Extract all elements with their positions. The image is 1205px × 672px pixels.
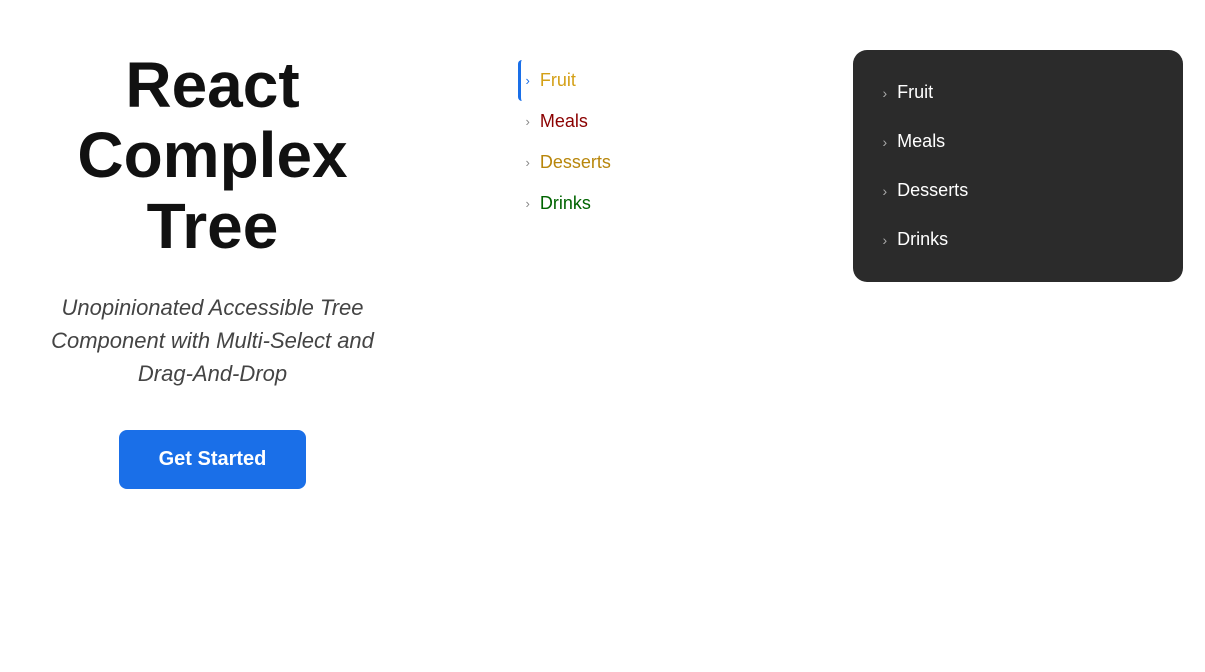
get-started-button[interactable]: Get Started xyxy=(119,430,307,489)
dark-tree-panel: › Fruit › Meals › Desserts › Drinks xyxy=(853,50,1183,282)
chevron-icon: › xyxy=(526,196,530,211)
dark-tree-item-meals[interactable]: › Meals xyxy=(873,117,1163,166)
dark-tree-item-fruit[interactable]: › Fruit xyxy=(873,68,1163,117)
dark-tree-item-desserts[interactable]: › Desserts xyxy=(873,166,1163,215)
chevron-icon: › xyxy=(526,73,530,88)
chevron-icon: › xyxy=(883,232,888,248)
tree-item-desserts[interactable]: › Desserts xyxy=(518,142,738,183)
chevron-icon: › xyxy=(526,114,530,129)
chevron-icon: › xyxy=(883,134,888,150)
tree-item-label: Desserts xyxy=(540,152,611,173)
dark-tree-item-label: Meals xyxy=(897,131,945,152)
subtitle: Unopinionated Accessible Tree Component … xyxy=(43,291,383,390)
tree-item-meals[interactable]: › Meals xyxy=(518,101,738,142)
dark-tree-item-label: Desserts xyxy=(897,180,968,201)
main-title: React Complex Tree xyxy=(77,50,347,261)
tree-item-label: Drinks xyxy=(540,193,591,214)
tree-item-label: Meals xyxy=(540,111,588,132)
left-section: React Complex Tree Unopinionated Accessi… xyxy=(23,40,403,489)
middle-tree-section: › Fruit › Meals › Desserts › Drinks xyxy=(518,40,738,224)
tree-item-label: Fruit xyxy=(540,70,576,91)
dark-tree-list: › Fruit › Meals › Desserts › Drinks xyxy=(873,68,1163,264)
tree-item-drinks[interactable]: › Drinks xyxy=(518,183,738,224)
dark-tree-item-label: Drinks xyxy=(897,229,948,250)
dark-tree-item-label: Fruit xyxy=(897,82,933,103)
dark-tree-item-drinks[interactable]: › Drinks xyxy=(873,215,1163,264)
middle-tree-list: › Fruit › Meals › Desserts › Drinks xyxy=(518,60,738,224)
chevron-icon: › xyxy=(883,183,888,199)
chevron-icon: › xyxy=(883,85,888,101)
chevron-icon: › xyxy=(526,155,530,170)
tree-item-fruit[interactable]: › Fruit xyxy=(518,60,738,101)
page-wrapper: React Complex Tree Unopinionated Accessi… xyxy=(23,40,1183,489)
